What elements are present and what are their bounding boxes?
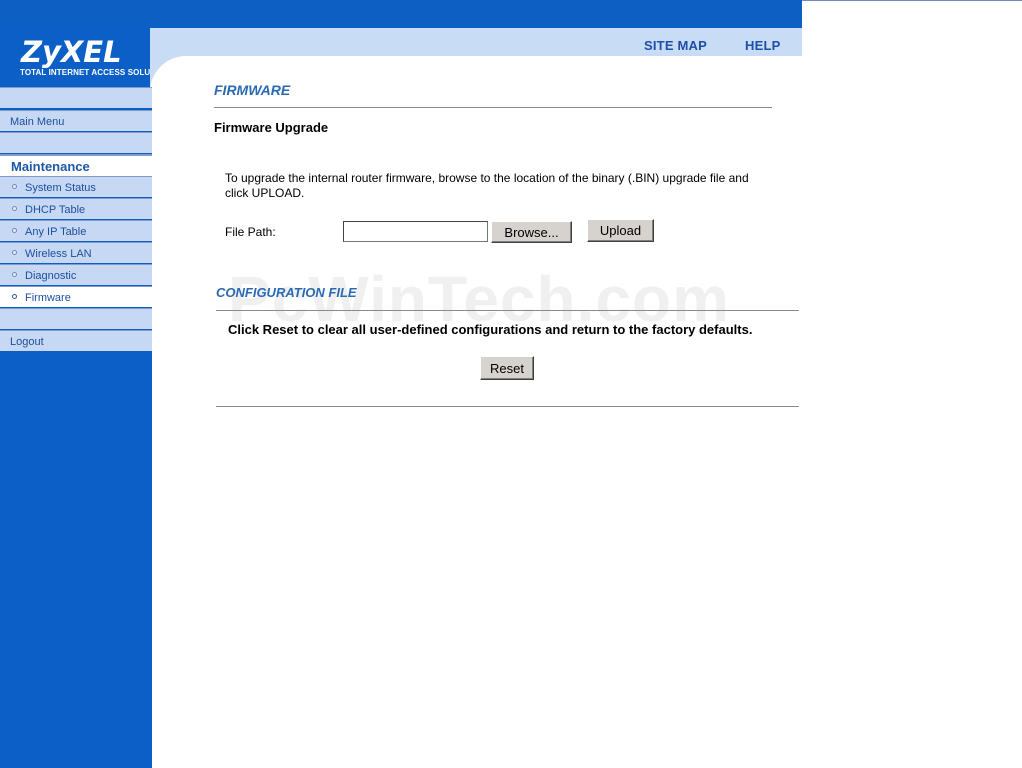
sidebar-item-dhcp-table[interactable]: DHCP Table: [0, 198, 152, 219]
configuration-section-title: CONFIGURATION FILE: [216, 285, 357, 300]
sidebar-item-any-ip-table[interactable]: Any IP Table: [0, 220, 152, 241]
sidebar-item-label: Firmware: [25, 292, 71, 304]
bullet-icon: [12, 184, 17, 189]
sidebar-spacer: [0, 87, 152, 108]
top-banner: [0, 0, 802, 28]
reset-description: Click Reset to clear all user-defined co…: [228, 322, 753, 337]
top-divider: [802, 0, 1022, 1]
header-bar: SITE MAP HELP: [150, 28, 802, 56]
site-map-link[interactable]: SITE MAP: [644, 38, 707, 53]
file-path-input[interactable]: [343, 221, 488, 242]
sidebar-item-label: Diagnostic: [25, 270, 77, 282]
sidebar-item-main-menu[interactable]: Main Menu: [0, 110, 152, 131]
bullet-icon: [12, 206, 17, 211]
sidebar-section-label: Maintenance: [11, 159, 90, 174]
sidebar-item-firmware[interactable]: Firmware: [0, 286, 152, 307]
logo-text: ZyXEL: [21, 35, 122, 69]
divider: [214, 107, 772, 108]
divider: [216, 310, 799, 311]
sidebar-item-label: Main Menu: [10, 116, 65, 128]
logo-tagline: TOTAL INTERNET ACCESS SOLUTION: [20, 68, 170, 77]
sidebar-item-label: System Status: [25, 182, 96, 194]
bullet-icon: [12, 272, 17, 277]
sidebar-item-logout[interactable]: Logout: [0, 330, 152, 351]
reset-button[interactable]: Reset: [480, 356, 534, 380]
sidebar-item-diagnostic[interactable]: Diagnostic: [0, 264, 152, 285]
browse-button[interactable]: Browse...: [491, 221, 572, 243]
sidebar-item-label: Logout: [10, 336, 44, 348]
bullet-icon: [12, 250, 17, 255]
bullet-icon: [12, 294, 17, 299]
firmware-upgrade-heading: Firmware Upgrade: [214, 120, 329, 135]
sidebar-item-label: Any IP Table: [25, 226, 87, 238]
content-corner: [150, 56, 190, 96]
divider: [216, 406, 799, 407]
sidebar-spacer: [0, 308, 152, 329]
sidebar-item-label: Wireless LAN: [25, 248, 92, 260]
sidebar-section-maintenance: Maintenance: [0, 154, 152, 176]
sidebar-item-system-status[interactable]: System Status: [0, 176, 152, 197]
help-link[interactable]: HELP: [745, 38, 780, 53]
sidebar-item-label: DHCP Table: [25, 204, 86, 216]
sidebar-spacer: [0, 132, 152, 153]
firmware-description: To upgrade the internal router firmware,…: [225, 171, 749, 200]
upload-button[interactable]: Upload: [587, 219, 654, 242]
bullet-icon: [12, 228, 17, 233]
file-path-label: File Path:: [225, 225, 276, 239]
sidebar-item-wireless-lan[interactable]: Wireless LAN: [0, 242, 152, 263]
firmware-section-title: FIRMWARE: [214, 82, 291, 98]
